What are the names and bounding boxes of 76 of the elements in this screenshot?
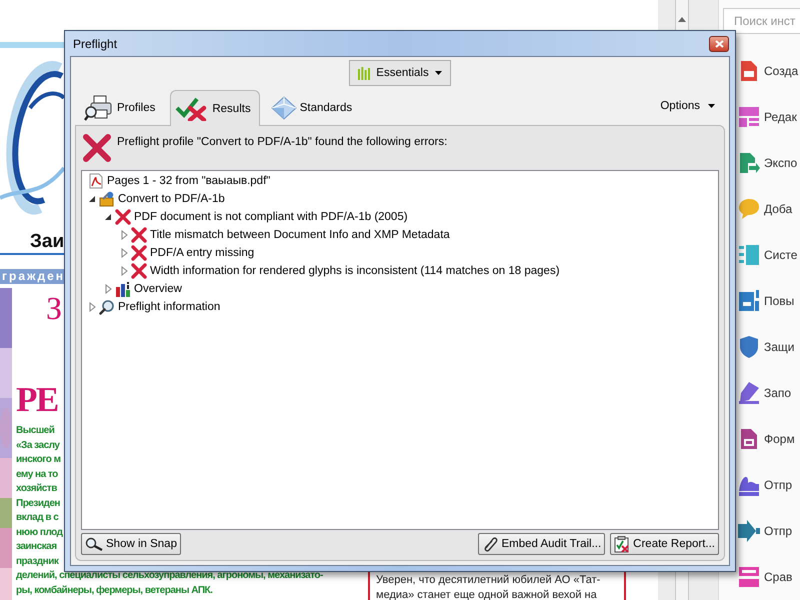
toolbox-icon (99, 191, 115, 207)
error-icon (131, 263, 147, 279)
tab[interactable]: Standards (266, 90, 362, 125)
pdf-file-icon (88, 173, 104, 189)
expanded-toggle-icon[interactable] (88, 195, 96, 203)
tool-item[interactable]: Доба (719, 186, 800, 232)
tree-item[interactable]: Overview (134, 283, 182, 295)
masthead-text: Заи (29, 232, 64, 251)
close-button[interactable] (709, 36, 729, 52)
caret-icon (434, 71, 442, 75)
text-line: Высшей (16, 424, 54, 438)
paperclip-icon (482, 536, 498, 552)
tree-item[interactable]: Pages 1 - 32 from "ваыаыв.pdf" (107, 175, 270, 187)
collapsed-toggle-icon[interactable] (88, 302, 96, 312)
text-line: праздник (16, 554, 58, 568)
tree-item[interactable]: PDF/A entry missing (150, 247, 254, 259)
expanded-toggle-icon[interactable] (104, 213, 112, 221)
heading: З (46, 289, 62, 328)
text-line: ему на то (16, 468, 58, 482)
error-icon (115, 209, 131, 225)
text-line: «За заслу (16, 438, 60, 452)
error-icon (83, 134, 111, 162)
error-icon (131, 245, 147, 261)
tool-item[interactable]: Созда (719, 48, 800, 94)
text-line: Президен (16, 496, 60, 510)
error-icon (131, 227, 147, 243)
tab[interactable]: Profiles (79, 90, 164, 125)
text-line: ры, комбайнеры, фермеры, ветераны АПК. (16, 584, 212, 598)
tool-item[interactable]: Повы (719, 278, 800, 324)
action-button[interactable]: Create Report... (610, 533, 719, 555)
tree-item[interactable]: Preflight information (118, 301, 220, 313)
text-line: нюю плод (16, 526, 62, 540)
error-message: Preflight profile "Convert to PDF/A-1b" found the following errors: (117, 135, 448, 148)
tool-item[interactable]: Отпр (719, 508, 800, 554)
action-button[interactable]: Embed Audit Trail... (478, 533, 606, 555)
text-line: вклад в с (16, 511, 58, 525)
window-title: Preflight (72, 36, 118, 50)
magnifier-icon (85, 537, 103, 551)
tool-item[interactable]: Систе (719, 232, 800, 278)
tool-item[interactable]: Форм (719, 416, 800, 462)
tool-item[interactable]: Отпр (719, 462, 800, 508)
tool-item[interactable]: Срав (719, 554, 800, 600)
collapsed-toggle-icon[interactable] (104, 284, 112, 294)
caret-icon (708, 104, 715, 108)
options-menu[interactable]: Options (658, 98, 717, 114)
collapsed-toggle-icon[interactable] (120, 266, 128, 276)
tool-item[interactable]: Запо (719, 370, 800, 416)
tool-item[interactable]: Редак (719, 94, 800, 140)
printer-magnifier-icon (84, 95, 114, 121)
banner-text: гражден (1, 269, 66, 284)
bars-icon (358, 66, 370, 80)
magnifier-icon (99, 299, 115, 315)
text-line: делений, специалисты сельхозуправления, агрономы, механизато- (16, 569, 323, 583)
tab[interactable]: Results (170, 90, 260, 126)
text-line: Уверен, что десятилетний юбилей АО «Тат- (376, 573, 602, 588)
heading: РЕ (16, 379, 58, 421)
text-line: инского м (16, 453, 61, 467)
tree-item[interactable]: Title mismatch between Document Info and XMP Metadata (150, 229, 450, 241)
diamond-icon (270, 96, 297, 120)
text-line: заинская (16, 540, 57, 554)
tree-item[interactable]: PDF document is not compliant with PDF/A-1b (2005) (134, 211, 408, 223)
action-button[interactable]: Show in Snap (81, 533, 181, 555)
close-icon (714, 40, 724, 48)
collapsed-toggle-icon[interactable] (120, 248, 128, 258)
tool-item[interactable]: Защи (719, 324, 800, 370)
bar-chart-icon (115, 281, 131, 297)
search-field[interactable]: Поиск инст (723, 8, 800, 34)
tool-item[interactable]: Экспо (719, 140, 800, 186)
clipboard-icon (614, 536, 630, 552)
scroll-up-icon[interactable] (678, 16, 686, 22)
tree-item[interactable]: Convert to PDF/A-1b (118, 193, 225, 205)
collapsed-toggle-icon[interactable] (120, 230, 128, 240)
tree-item[interactable]: Width information for rendered glyphs is inconsistent (114 matches on 18 pages) (150, 265, 560, 277)
profile-dropdown[interactable]: Essentials (349, 60, 451, 86)
text-line: медиа» станет еще одной важной вехой на (376, 588, 598, 600)
text-line: хозяйств (16, 482, 57, 496)
